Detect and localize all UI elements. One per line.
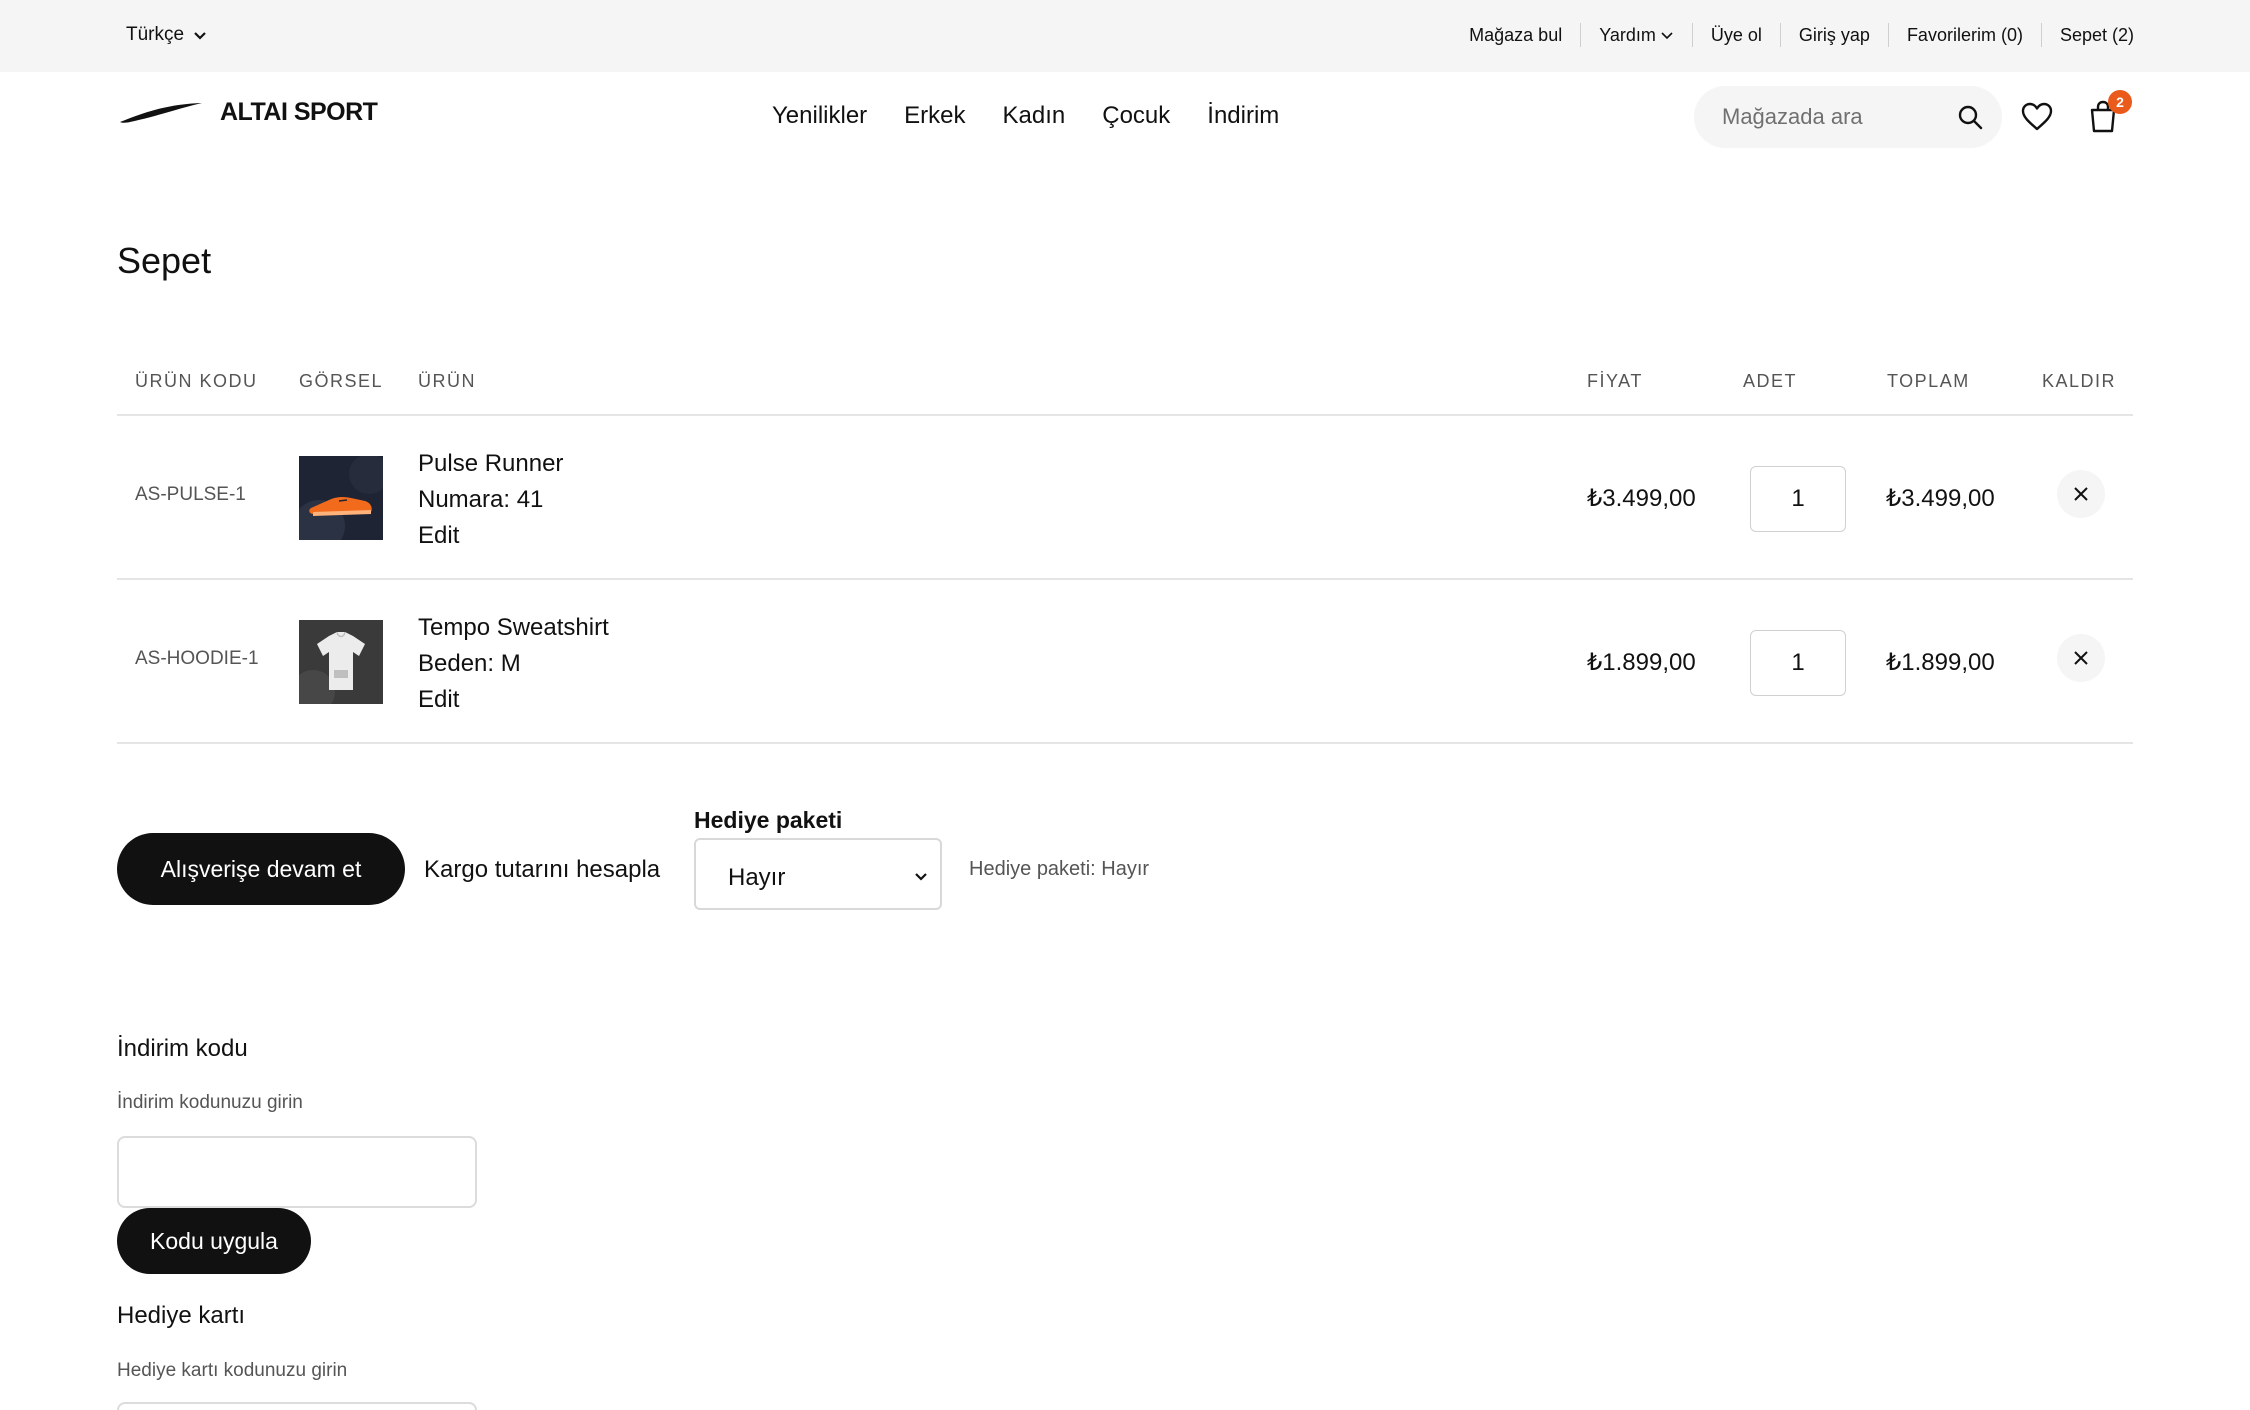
unit-price: ₺3.499,00 [1587,485,1696,512]
brand-name: ALTAI SPORT [220,98,378,126]
product-sku: AS-HOODIE-1 [135,648,259,669]
language-selector[interactable]: Türkçe [126,24,208,46]
gift-card-input[interactable] [117,1402,477,1410]
discount-code-title: İndirim kodu [117,1035,248,1062]
chevron-down-icon [1661,32,1673,40]
remove-item-button[interactable] [2057,634,2105,682]
line-total: ₺1.899,00 [1886,649,1995,676]
quantity-input[interactable] [1750,630,1846,696]
utility-links: Mağaza bul Yardım Üye ol Giriş yap Favor… [1451,23,2134,47]
product-thumbnail[interactable] [299,456,383,540]
gift-wrap-selected-value: Hayır [728,864,786,891]
product-name[interactable]: Tempo Sweatshirt [418,610,609,646]
page-title: Sepet [117,240,212,281]
language-label: Türkçe [126,24,185,45]
discount-code-input[interactable] [117,1136,477,1208]
column-header-sku: ÜRÜN KODU [135,371,258,391]
cart-link[interactable]: Sepet (2) [2042,25,2134,46]
utility-bar: Türkçe Mağaza bul Yardım Üye ol Giriş ya… [0,0,2250,72]
cart-count-badge: 2 [2108,90,2132,114]
product-variant: Numara: 41 [418,486,544,513]
heart-icon[interactable] [2020,100,2054,134]
help-menu[interactable]: Yardım [1581,25,1692,46]
close-icon [2074,651,2088,665]
store-finder-link[interactable]: Mağaza bul [1451,25,1580,46]
product-info: Tempo Sweatshirt Beden: M Edit [418,610,609,718]
gift-wrap-select[interactable]: Hayır [694,838,942,910]
column-header-qty: ADET [1743,371,1798,391]
apply-code-button[interactable]: Kodu uygula [117,1208,311,1274]
line-total: ₺3.499,00 [1886,485,1995,512]
product-thumbnail[interactable] [299,620,383,704]
gift-wrap-status: Hediye paketi: Hayır [969,858,1150,880]
swoosh-logo-icon [120,102,202,123]
orange-running-shoe-icon [299,456,383,540]
calculate-shipping-link[interactable]: Kargo tutarını hesapla [424,856,660,884]
nav-item-men[interactable]: Erkek [904,102,965,130]
product-info: Pulse Runner Numara: 41 Edit [418,446,563,554]
brand-logo[interactable]: ALTAI SPORT [118,98,378,127]
favorites-link[interactable]: Favorilerim (0) [1889,25,2041,46]
gift-card-hint: Hediye kartı kodunuzu girin [117,1360,348,1381]
column-header-image: GÖRSEL [299,371,384,391]
edit-link[interactable]: Edit [418,518,563,554]
remove-item-button[interactable] [2057,470,2105,518]
search-box [1694,86,2002,148]
continue-shopping-button[interactable]: Alışverişe devam et [117,833,405,905]
product-name[interactable]: Pulse Runner [418,446,563,482]
gift-card-title: Hediye kartı [117,1302,246,1329]
column-header-total: TOPLAM [1887,371,1970,391]
close-icon [2074,487,2088,501]
column-header-product: ÜRÜN [418,371,476,391]
chevron-down-icon [194,32,206,40]
search-input[interactable] [1722,86,1932,148]
nav-item-women[interactable]: Kadın [1003,102,1066,130]
product-variant: Beden: M [418,650,521,677]
primary-nav: Yenilikler Erkek Kadın Çocuk İndirim [772,102,1279,130]
white-sweatshirt-icon [299,620,383,704]
product-sku: AS-PULSE-1 [135,484,246,505]
login-link[interactable]: Giriş yap [1781,25,1888,46]
column-header-remove: KALDIR [2042,371,2117,391]
edit-link[interactable]: Edit [418,682,609,718]
column-header-price: FİYAT [1587,371,1643,391]
search-icon[interactable] [1956,103,1984,131]
nav-item-sale[interactable]: İndirim [1207,102,1279,130]
chevron-down-icon [915,873,927,881]
main-header: ALTAI SPORT Yenilikler Erkek Kadın Çocuk… [0,72,2250,164]
gift-wrap-label: Hediye paketi [694,807,843,833]
nav-item-new[interactable]: Yenilikler [772,102,867,130]
cart-row: AS-HOODIE-1 Tempo Sweatshirt Beden: M Ed… [117,580,2133,744]
cart-row: AS-PULSE-1 Pulse Runner Numara: 41 Edit … [117,416,2133,580]
register-link[interactable]: Üye ol [1693,25,1780,46]
nav-item-kids[interactable]: Çocuk [1102,102,1170,130]
unit-price: ₺1.899,00 [1587,649,1696,676]
discount-code-hint: İndirim kodunuzu girin [117,1092,303,1113]
quantity-input[interactable] [1750,466,1846,532]
